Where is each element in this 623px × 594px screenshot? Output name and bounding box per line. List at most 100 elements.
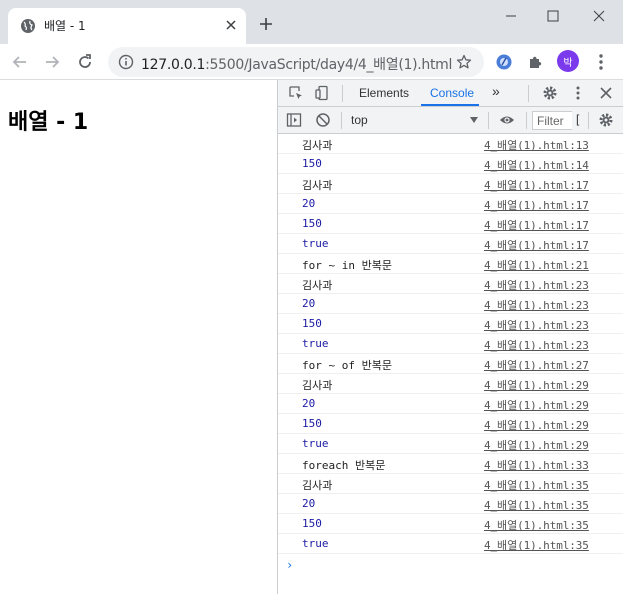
- console-message: true 4_배열(1).html:35: [278, 534, 623, 554]
- console-message-text: for ~ in 반복문: [302, 259, 392, 272]
- console-message-text: true: [302, 237, 329, 250]
- sidebar-toggle-icon[interactable]: [286, 112, 302, 128]
- source-link[interactable]: 4_배열(1).html:13: [484, 137, 589, 153]
- info-icon[interactable]: [118, 54, 134, 70]
- reload-icon[interactable]: [75, 52, 95, 72]
- source-link[interactable]: 4_배열(1).html:23: [484, 297, 589, 313]
- console-toolbar: top Filter [: [278, 107, 623, 134]
- console-message-text: true: [302, 337, 329, 350]
- console-message-text: 20: [302, 197, 316, 210]
- source-link[interactable]: 4_배열(1).html:29: [484, 397, 589, 413]
- toolbar-divider: [341, 112, 342, 129]
- console-prompt[interactable]: ›: [286, 558, 293, 572]
- source-link[interactable]: 4_배열(1).html:23: [484, 317, 589, 333]
- console-message: for ~ of 반복문 4_배열(1).html:27: [278, 354, 623, 374]
- page-heading: 배열 - 1: [8, 110, 89, 135]
- devtools-tabbar: Elements Console »: [278, 80, 623, 107]
- settings-gear-icon[interactable]: [542, 85, 558, 101]
- console-log: 김사과 4_배열(1).html:13 150 4_배열(1).html:14 김사과 4…: [278, 134, 623, 554]
- url-host: 127.0.0.1: [141, 57, 206, 73]
- source-link[interactable]: 4_배열(1).html:17: [484, 197, 589, 213]
- more-tabs-button[interactable]: »: [492, 83, 500, 99]
- url-port: :5500: [205, 57, 244, 73]
- console-message: 150 4_배열(1).html:23: [278, 314, 623, 334]
- maximize-icon[interactable]: [538, 6, 568, 26]
- source-link[interactable]: 4_배열(1).html:23: [484, 277, 589, 293]
- source-link[interactable]: 4_배열(1).html:23: [484, 337, 589, 353]
- console-message: 150 4_배열(1).html:29: [278, 414, 623, 434]
- source-link[interactable]: 4_배열(1).html:29: [484, 417, 589, 433]
- console-message-text: 150: [302, 517, 322, 530]
- toolbar-divider: [488, 112, 489, 129]
- clear-console-icon[interactable]: [315, 112, 331, 128]
- console-message-text: 김사과: [302, 279, 333, 292]
- window-close-icon[interactable]: [584, 6, 614, 26]
- console-message: true 4_배열(1).html:17: [278, 234, 623, 254]
- source-link[interactable]: 4_배열(1).html:21: [484, 257, 589, 273]
- console-message: 150 4_배열(1).html:35: [278, 514, 623, 534]
- console-filter-input[interactable]: Filter: [532, 111, 572, 130]
- tab-console[interactable]: Console: [430, 86, 474, 100]
- console-message: 김사과 4_배열(1).html:23: [278, 274, 623, 294]
- url-text[interactable]: 127.0.0.1:5500/JavaScript/day4/4_배열(1).h…: [141, 54, 452, 74]
- console-message-text: 150: [302, 317, 322, 330]
- console-message: foreach 반복문 4_배열(1).html:33: [278, 454, 623, 474]
- browser-titlebar: 배열 - 1: [0, 0, 623, 44]
- profile-avatar[interactable]: 박: [557, 50, 579, 72]
- context-selector[interactable]: top: [348, 112, 482, 129]
- page-viewport: 배열 - 1: [0, 80, 277, 594]
- address-bar[interactable]: 127.0.0.1:5500/JavaScript/day4/4_배열(1).h…: [108, 47, 484, 77]
- close-tab-icon[interactable]: [224, 18, 238, 32]
- back-arrow-icon[interactable]: [10, 52, 30, 72]
- console-message: 20 4_배열(1).html:17: [278, 194, 623, 214]
- console-message: 150 4_배열(1).html:17: [278, 214, 623, 234]
- toolbar-divider: [342, 85, 343, 102]
- console-message: 김사과 4_배열(1).html:35: [278, 474, 623, 494]
- forward-arrow-icon[interactable]: [42, 52, 62, 72]
- filter-placeholder: Filter: [537, 114, 564, 128]
- source-link[interactable]: 4_배열(1).html:35: [484, 537, 589, 553]
- console-message-text: foreach 반복문: [302, 459, 386, 472]
- kebab-menu-icon[interactable]: [593, 52, 609, 72]
- source-link[interactable]: 4_배열(1).html:29: [484, 437, 589, 453]
- globe-icon: [21, 19, 35, 33]
- browser-tab[interactable]: 배열 - 1: [8, 8, 246, 44]
- eye-icon[interactable]: [499, 112, 515, 128]
- console-message-text: 150: [302, 217, 322, 230]
- url-path: /JavaScript/day4/4_배열(1).html: [243, 57, 453, 73]
- console-message-text: 150: [302, 417, 322, 430]
- extension-icon[interactable]: [495, 53, 513, 71]
- source-link[interactable]: 4_배열(1).html:27: [484, 357, 589, 373]
- source-link[interactable]: 4_배열(1).html:17: [484, 217, 589, 233]
- console-message: true 4_배열(1).html:29: [278, 434, 623, 454]
- source-link[interactable]: 4_배열(1).html:33: [484, 457, 589, 473]
- console-message-text: true: [302, 537, 329, 550]
- source-link[interactable]: 4_배열(1).html:35: [484, 517, 589, 533]
- device-toolbar-icon[interactable]: [314, 85, 330, 101]
- source-link[interactable]: 4_배열(1).html:29: [484, 377, 589, 393]
- console-message-text: for ~ of 반복문: [302, 359, 392, 372]
- console-message-text: 김사과: [302, 139, 333, 152]
- console-message-text: 20: [302, 297, 316, 310]
- source-link[interactable]: 4_배열(1).html:17: [484, 177, 589, 193]
- puzzle-icon[interactable]: [527, 53, 545, 71]
- minimize-icon[interactable]: [496, 6, 526, 26]
- console-message: 20 4_배열(1).html:29: [278, 394, 623, 414]
- console-message: 김사과 4_배열(1).html:13: [278, 134, 623, 154]
- devtools-menu-icon[interactable]: [570, 85, 586, 101]
- new-tab-icon[interactable]: [258, 16, 274, 32]
- console-settings-gear-icon[interactable]: [598, 112, 614, 128]
- inspect-element-icon[interactable]: [288, 85, 304, 101]
- browser-toolbar: 127.0.0.1:5500/JavaScript/day4/4_배열(1).h…: [0, 44, 623, 80]
- source-link[interactable]: 4_배열(1).html:17: [484, 237, 589, 253]
- console-message-text: 김사과: [302, 379, 333, 392]
- source-link[interactable]: 4_배열(1).html:35: [484, 497, 589, 513]
- tab-elements[interactable]: Elements: [359, 86, 409, 100]
- toolbar-divider: [528, 85, 529, 102]
- source-link[interactable]: 4_배열(1).html:35: [484, 477, 589, 493]
- console-message-text: true: [302, 437, 329, 450]
- console-message: 김사과 4_배열(1).html:29: [278, 374, 623, 394]
- close-devtools-icon[interactable]: [598, 85, 614, 101]
- source-link[interactable]: 4_배열(1).html:14: [484, 157, 589, 173]
- bookmark-star-icon[interactable]: [456, 54, 472, 70]
